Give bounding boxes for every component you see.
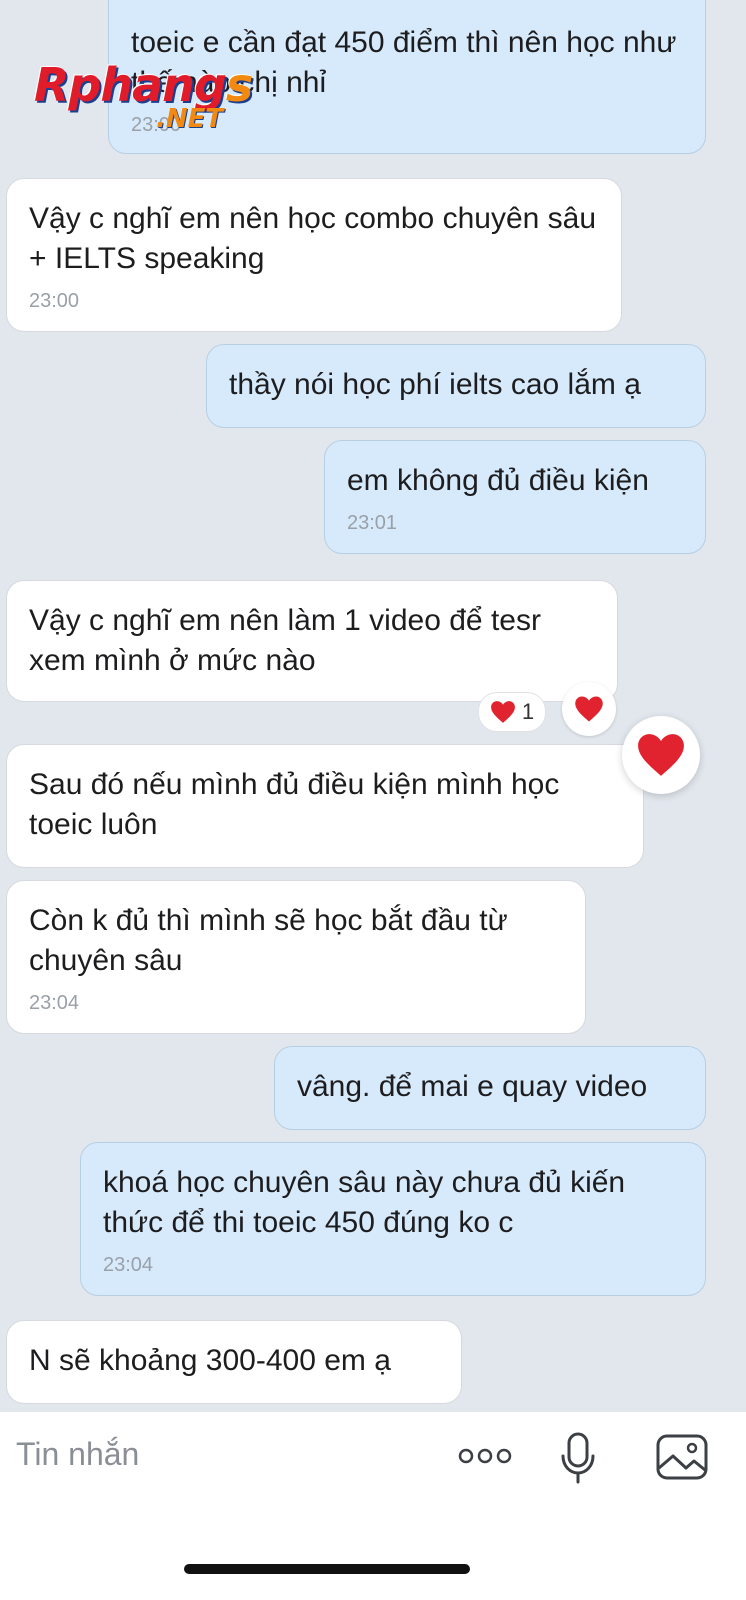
message-time: 23:04 [29,992,80,1014]
home-indicator [184,1564,470,1574]
message-bubble-incoming[interactable]: N sẽ khoảng 300-400 em ạ [6,1320,462,1404]
heart-icon [490,701,515,723]
message-text: vâng. để mai e quay video [297,1070,648,1103]
message-bubble-outgoing[interactable]: thầy nói học phí ielts cao lắm ạ [206,344,706,428]
heart-icon [575,696,603,722]
message-text: thầy nói học phí ielts cao lắm ạ [229,368,641,401]
message-text: Vậy c nghĩ em nên làm 1 video để tesr xe… [29,604,541,677]
message-text: khoá học chuyên sâu này chưa đủ kiến thứ… [103,1166,626,1239]
add-reaction-button[interactable] [562,682,616,736]
message-input-field[interactable]: Tin nhắn [16,1436,139,1473]
message-time: 23:00 [29,290,80,312]
message-text: N sẽ khoảng 300-400 em ạ [29,1344,391,1377]
reaction-count-badge[interactable]: 1 [478,692,546,732]
quick-heart-reaction-button[interactable] [622,716,700,794]
image-icon[interactable] [656,1434,708,1480]
message-bubble-outgoing[interactable]: khoá học chuyên sâu này chưa đủ kiến thứ… [80,1142,706,1296]
message-bubble-incoming[interactable]: Sau đó nếu mình đủ điều kiện mình học to… [6,744,644,868]
more-dots-icon[interactable] [458,1444,512,1468]
watermark-logo: Rphangs .NET [34,58,264,134]
message-bubble-incoming[interactable]: Vậy c nghĩ em nên làm 1 video để tesr xe… [6,580,618,702]
heart-icon [638,734,684,776]
message-text: Vậy c nghĩ em nên học combo chuyên sâu +… [29,202,597,275]
message-text: em không đủ điều kiện [347,464,649,497]
message-bubble-outgoing[interactable]: em không đủ điều kiện 23:01 [324,440,706,554]
reaction-count: 1 [521,699,535,724]
watermark-suffix: .NET [156,104,224,134]
message-time: 23:04 [103,1254,154,1276]
message-text: Còn k đủ thì mình sẽ học bắt đầu từ chuy… [29,904,508,977]
microphone-icon[interactable] [560,1432,596,1484]
message-bubble-incoming[interactable]: Còn k đủ thì mình sẽ học bắt đầu từ chuy… [6,880,586,1034]
message-time: 23:01 [347,512,398,534]
message-bubble-outgoing[interactable]: vâng. để mai e quay video [274,1046,706,1130]
message-text: Sau đó nếu mình đủ điều kiện mình học to… [29,768,560,841]
message-bubble-incoming[interactable]: Vậy c nghĩ em nên học combo chuyên sâu +… [6,178,622,332]
